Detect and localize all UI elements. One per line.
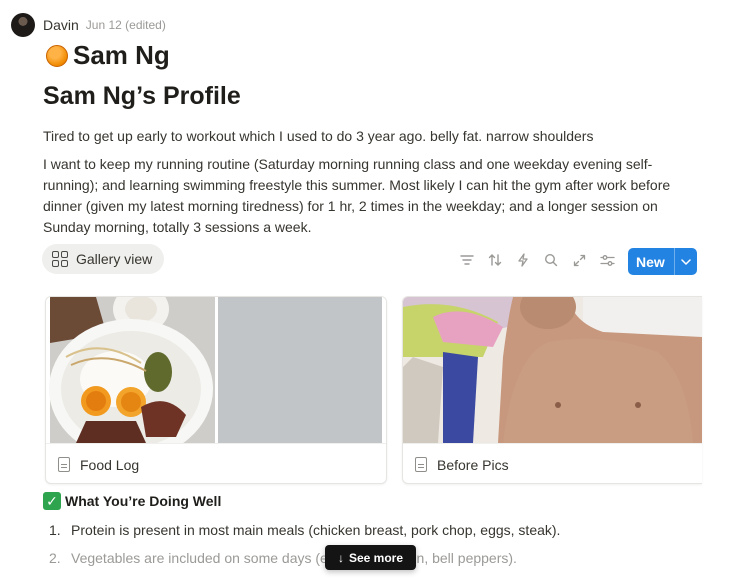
card-title: Before Pics (437, 456, 509, 473)
list-item: 2. Vegetables are included on some days … (49, 548, 517, 568)
section-heading-text: What You’re Doing Well (65, 493, 222, 509)
avatar[interactable] (11, 13, 35, 37)
automation-icon[interactable] (514, 250, 532, 270)
chevron-down-icon[interactable] (675, 258, 697, 265)
list-number: 2. (49, 550, 61, 566)
filter-icon[interactable] (458, 250, 476, 270)
orange-icon[interactable] (46, 44, 68, 67)
page-icon (58, 457, 70, 472)
food-log-cover-image (46, 297, 386, 443)
card-footer: Before Pics (403, 443, 702, 483)
gallery-card-food-log[interactable]: Food Log (45, 296, 387, 484)
paragraph-goals-intro: Tired to get up early to workout which I… (43, 128, 594, 144)
new-button-label: New (636, 253, 665, 270)
section-heading: ✓ What You’re Doing Well (43, 492, 221, 510)
sort-icon[interactable] (486, 250, 504, 270)
arrow-down-icon: ↓ (337, 550, 344, 565)
database-toolbar (458, 250, 626, 270)
profile-heading: Sam Ng’s Profile (43, 82, 241, 110)
page-title: Sam Ng (46, 40, 170, 71)
settings-icon[interactable] (598, 250, 616, 270)
page-icon (415, 457, 427, 472)
search-icon[interactable] (542, 250, 560, 270)
new-button[interactable]: New (628, 248, 697, 275)
comment-author: Davin Jun 12 (edited) (11, 12, 166, 38)
list-item: 1. Protein is present in most main meals… (49, 520, 560, 540)
list-text: Protein is present in most main meals (c… (71, 522, 561, 538)
see-more-button[interactable]: ↓ See more (325, 545, 416, 570)
card-footer: Food Log (46, 443, 386, 483)
list-number: 1. (49, 522, 61, 538)
gallery-icon (52, 251, 68, 267)
page-title-text[interactable]: Sam Ng (73, 40, 170, 71)
gallery-card-before-pics[interactable]: Before Pics (402, 296, 702, 484)
edited-timestamp: Jun 12 (edited) (85, 18, 166, 32)
author-name[interactable]: Davin (43, 17, 79, 33)
before-pics-cover-image (403, 297, 702, 443)
paragraph-routine: I want to keep my running routine (Satur… (43, 156, 671, 235)
see-more-label: See more (348, 550, 404, 565)
expand-icon[interactable] (570, 250, 588, 270)
check-icon: ✓ (43, 492, 61, 510)
list-text: Vegetables are included on some days (e.… (71, 550, 517, 566)
gallery-view-tab[interactable]: Gallery view (42, 244, 165, 274)
card-title: Food Log (80, 456, 140, 473)
gallery-view-label: Gallery view (76, 251, 153, 267)
